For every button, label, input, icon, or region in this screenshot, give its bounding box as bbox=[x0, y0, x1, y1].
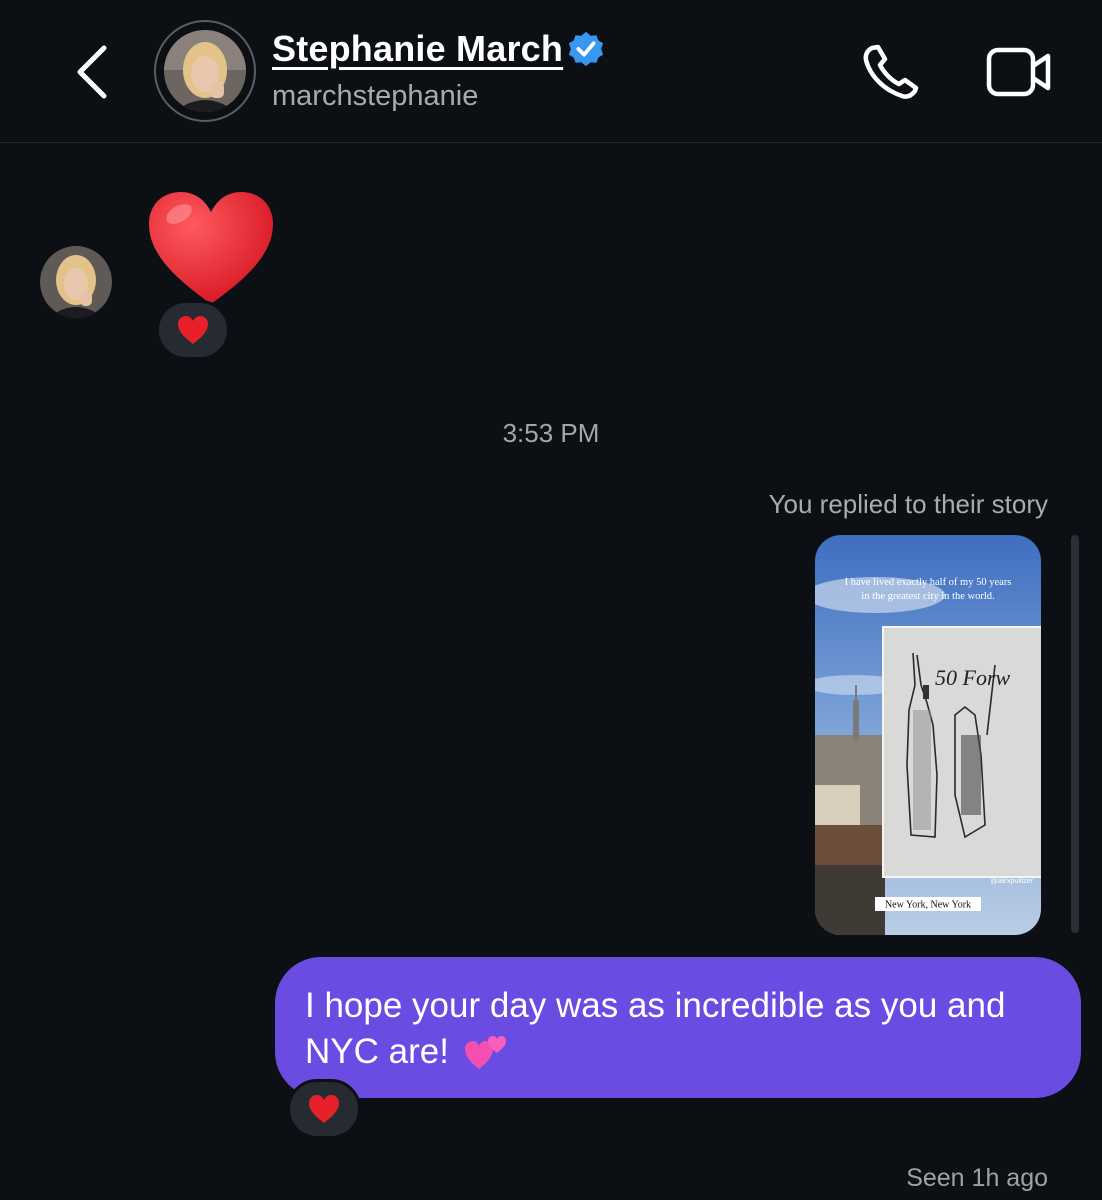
scrollbar[interactable] bbox=[1071, 535, 1079, 933]
message-text: I hope your day was as incredible as you… bbox=[305, 986, 1006, 1071]
message-timestamp: 3:53 PM bbox=[502, 418, 600, 448]
contact-title[interactable]: Stephanie March bbox=[272, 28, 605, 70]
back-button[interactable] bbox=[70, 40, 120, 104]
contact-name: Stephanie March bbox=[272, 28, 564, 69]
video-call-button[interactable] bbox=[984, 42, 1054, 102]
outgoing-message-bubble[interactable]: I hope your day was as incredible as you… bbox=[275, 957, 1081, 1098]
heart-icon bbox=[309, 1095, 339, 1123]
svg-text:in the greatest city in the wo: in the greatest city in the world. bbox=[861, 591, 994, 602]
story-preview[interactable]: I have lived exactly half of my 50 years… bbox=[815, 535, 1041, 935]
sender-avatar[interactable] bbox=[40, 246, 112, 318]
contact-avatar[interactable] bbox=[154, 20, 256, 122]
svg-text:New York, New York: New York, New York bbox=[885, 900, 971, 911]
svg-text:50 Forw: 50 Forw bbox=[935, 665, 1011, 690]
seen-status: Seen 1h ago bbox=[906, 1164, 1048, 1192]
avatar-photo bbox=[164, 30, 246, 112]
outgoing-reaction-badge[interactable] bbox=[287, 1079, 361, 1139]
svg-text:I have lived exactly half of m: I have lived exactly half of my 50 years bbox=[845, 577, 1012, 588]
video-camera-icon bbox=[986, 47, 1051, 97]
svg-text:@alexpulitzer: @alexpulitzer bbox=[990, 878, 1033, 885]
verified-badge-icon bbox=[568, 31, 604, 67]
heart-icon bbox=[178, 316, 208, 344]
phone-icon bbox=[863, 44, 919, 99]
audio-call-button[interactable] bbox=[858, 40, 926, 104]
story-reply-label: You replied to their story bbox=[768, 489, 1048, 519]
reaction-badge[interactable] bbox=[156, 300, 230, 360]
chevron-left-icon bbox=[77, 45, 107, 99]
contact-handle: marchstephanie bbox=[272, 80, 479, 112]
two-hearts-emoji bbox=[464, 1036, 506, 1069]
heart-emoji-message[interactable] bbox=[145, 186, 277, 308]
